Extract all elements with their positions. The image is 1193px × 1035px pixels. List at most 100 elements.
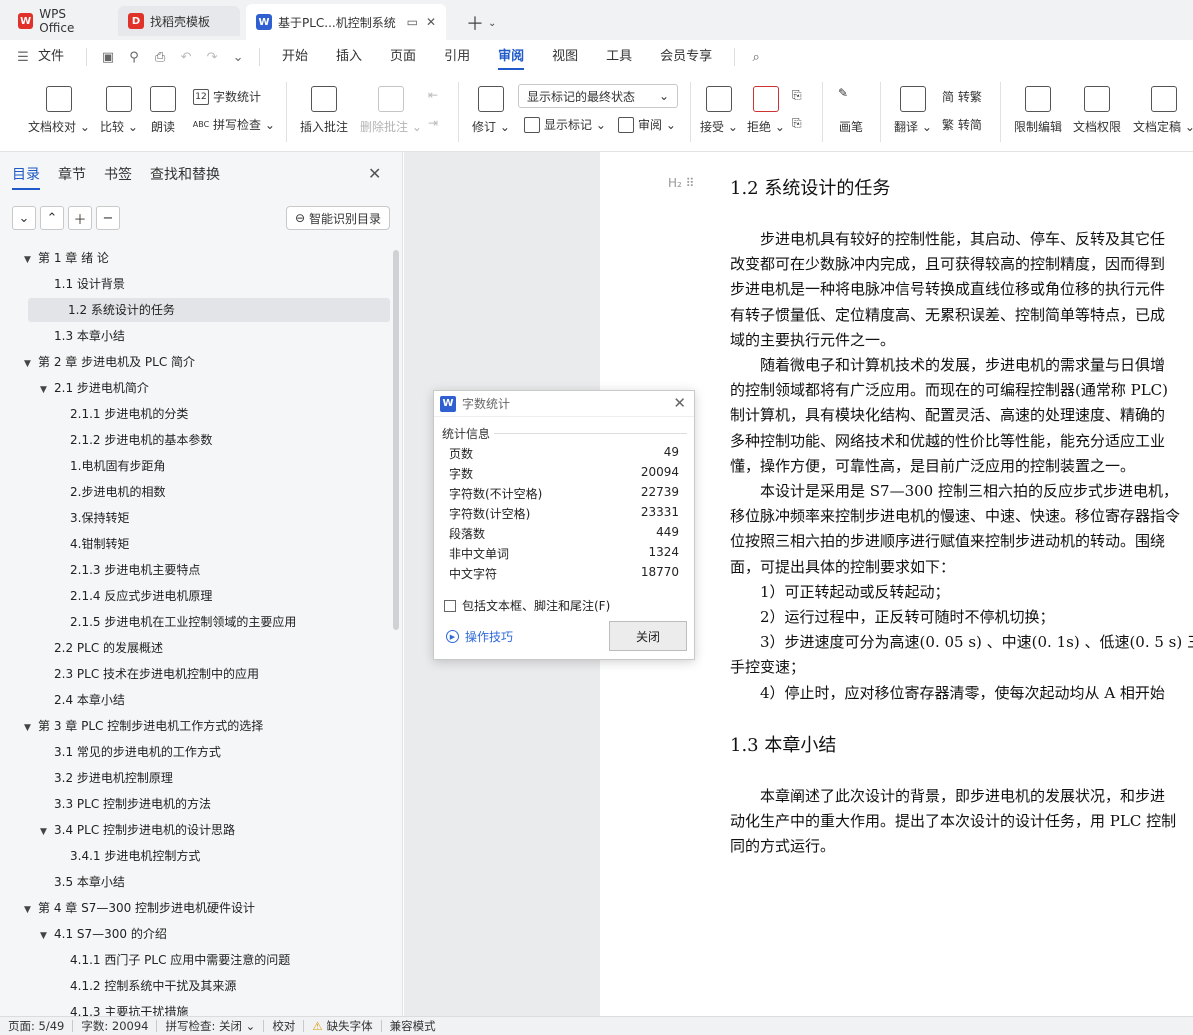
redo-icon[interactable]: ↷ [199,44,225,70]
review-pane-button[interactable]: 审阅 ⌄ [618,116,676,133]
toc-item[interactable]: ▼ 第 3 章 PLC 控制步进电机工作方式的选择 [24,714,263,738]
menu-tools[interactable]: 工具 [592,40,646,74]
read-aloud-button[interactable]: 朗读 [150,86,176,135]
next-comment-icon[interactable]: ⇥ [428,116,438,130]
print-preview-icon[interactable]: ⎙ [147,44,173,70]
spell-check-button[interactable]: ABC 拼写检查 ⌄ [193,116,275,133]
toc-item[interactable]: 2.步进电机的相数 [70,480,165,504]
translate-button[interactable]: 翻译 ⌄ [894,86,932,135]
expand-arrow-icon[interactable]: ▼ [40,924,54,948]
dialog-close-button[interactable]: 关闭 [609,621,687,651]
word-count-button[interactable]: 12 字数统计 [193,88,261,105]
next-change-icon[interactable]: ⎘ [792,116,802,131]
save-icon[interactable]: ▣ [95,44,121,70]
doc-check-button[interactable]: 文档校对 ⌄ [28,86,90,135]
toc-item[interactable]: ▼ 2.1 步进电机简介 [40,376,149,400]
remove-heading-button[interactable]: − [96,206,120,230]
toc-item[interactable]: 1.3 本章小结 [54,324,125,348]
close-icon[interactable]: ✕ [368,164,381,183]
search-icon[interactable]: ⌕ [743,44,769,70]
toc-item[interactable]: ▼ 第 1 章 绪 论 [24,246,109,270]
share-icon[interactable]: ⚲ [121,44,147,70]
expand-arrow-icon[interactable]: ▼ [24,248,38,272]
restrict-edit-button[interactable]: 限制编辑 [1014,86,1062,135]
insert-comment-button[interactable]: 插入批注 [300,86,348,135]
toc-item[interactable]: 2.1.3 步进电机主要特点 [70,558,200,582]
status-words[interactable]: 字数: 20094 [73,1018,156,1034]
reject-button[interactable]: 拒绝 ⌄ [747,86,785,135]
compare-button[interactable]: 比较 ⌄ [100,86,138,135]
toc-item[interactable]: 2.1.1 步进电机的分类 [70,402,188,426]
toc-item[interactable]: 4.钳制转矩 [70,532,129,556]
toc-item[interactable]: ▼ 4.1 S7—300 的介绍 [40,922,167,946]
toc-item[interactable]: 1.1 设计背景 [54,272,125,296]
prev-comment-icon[interactable]: ⇤ [428,88,438,102]
tab-template[interactable]: D 找稻壳模板 [118,6,240,36]
menu-view[interactable]: 视图 [538,40,592,74]
toc-item[interactable]: 4.1.3 主要抗干扰措施 [70,1000,188,1016]
expand-arrow-icon[interactable]: ▼ [40,378,54,402]
toc-item[interactable]: 2.3 PLC 技术在步进电机控制中的应用 [54,662,259,686]
toc-item[interactable]: 2.1.4 反应式步进电机原理 [70,584,212,608]
nav-tab-find-replace[interactable]: 查找和替换 [150,164,220,184]
close-icon[interactable]: ✕ [673,394,686,412]
tab-document[interactable]: W 基于PLC...机控制系统 ▭ ✕ [246,4,446,40]
heading-level-marker[interactable]: H₂ ⠿ [668,176,694,190]
nav-tab-toc[interactable]: 目录 [12,164,40,184]
toc-item[interactable]: 3.3 PLC 控制步进电机的方法 [54,792,211,816]
tab-wps-office[interactable]: W WPS Office [8,6,112,36]
chevron-down-icon[interactable]: ⌄ [225,44,251,70]
toc-item[interactable]: ▼ 3.4 PLC 控制步进电机的设计思路 [40,818,235,842]
close-tab-icon[interactable]: ✕ [426,15,436,29]
menu-insert[interactable]: 插入 [322,40,376,74]
status-page[interactable]: 页面: 5/49 [0,1018,72,1034]
toc-item[interactable]: 3.2 步进电机控制原理 [54,766,173,790]
nav-tab-bookmarks[interactable]: 书签 [104,164,132,184]
hamburger-icon[interactable]: ☰ [10,44,36,70]
undo-icon[interactable]: ↶ [173,44,199,70]
expand-arrow-icon[interactable]: ▼ [24,352,38,376]
menu-page[interactable]: 页面 [376,40,430,74]
nav-tab-sections[interactable]: 章节 [58,164,86,184]
toc-item[interactable]: 3.保持转矩 [70,506,129,530]
revise-button[interactable]: 修订 ⌄ [472,86,510,135]
smart-toc-button[interactable]: ⊖ 智能识别目录 [286,206,390,230]
menu-reference[interactable]: 引用 [430,40,484,74]
to-simplified-button[interactable]: 繁 转简 [942,116,982,133]
expand-up-button[interactable]: ⌃ [40,206,64,230]
toc-item[interactable]: 2.1.2 步进电机的基本参数 [70,428,212,452]
new-tab-button[interactable]: ＋ ⌄ [456,8,496,38]
checkbox-box[interactable] [444,599,456,612]
prev-change-icon[interactable]: ⎘ [792,88,802,103]
pen-button[interactable]: ✎ 画笔 [838,86,864,135]
doc-rights-button[interactable]: 文档权限 [1073,86,1121,135]
toc-item[interactable]: 2.2 PLC 的发展概述 [54,636,163,660]
toc-item[interactable]: ▼ 第 2 章 步进电机及 PLC 简介 [24,350,195,374]
expand-arrow-icon[interactable]: ▼ [24,716,38,740]
menu-review[interactable]: 审阅 [484,40,538,74]
expand-arrow-icon[interactable]: ▼ [40,820,54,844]
toc-item[interactable]: 3.1 常见的步进电机的工作方式 [54,740,221,764]
toc-item[interactable]: 4.1.1 西门子 PLC 应用中需要注意的问题 [70,948,290,972]
include-textbox-checkbox[interactable]: 包括文本框、脚注和尾注(F) [444,597,610,614]
menu-file[interactable]: 文件 [36,40,78,74]
accept-button[interactable]: 接受 ⌄ [700,86,738,135]
to-traditional-button[interactable]: 简 转繁 [942,88,982,105]
toc-item[interactable]: 4.1.2 控制系统中干扰及其来源 [70,974,236,998]
status-spell-check[interactable]: 拼写检查: 关闭 ⌄ [157,1018,263,1034]
show-markup-button[interactable]: 显示标记 ⌄ [524,116,606,133]
toc-scrollbar[interactable] [393,250,399,630]
toc-item[interactable]: 2.1.5 步进电机在工业控制领域的主要应用 [70,610,296,634]
status-missing-font[interactable]: ⚠ 缺失字体 [304,1018,380,1034]
toc-item[interactable]: 3.4.1 步进电机控制方式 [70,844,200,868]
add-heading-button[interactable]: ＋ [68,206,92,230]
expand-arrow-icon[interactable]: ▼ [24,898,38,922]
toc-item[interactable]: 3.5 本章小结 [54,870,125,894]
window-icon[interactable]: ▭ [407,15,418,29]
status-proof[interactable]: 校对 [264,1018,303,1034]
markup-state-select[interactable]: 显示标记的最终状态 ⌄ [518,84,678,108]
toc-item[interactable]: 1.电机固有步距角 [70,454,165,478]
tips-link[interactable]: ▶ 操作技巧 [446,628,513,645]
toc-item[interactable]: 2.4 本章小结 [54,688,125,712]
toc-item[interactable]: 1.2 系统设计的任务 [28,298,390,322]
